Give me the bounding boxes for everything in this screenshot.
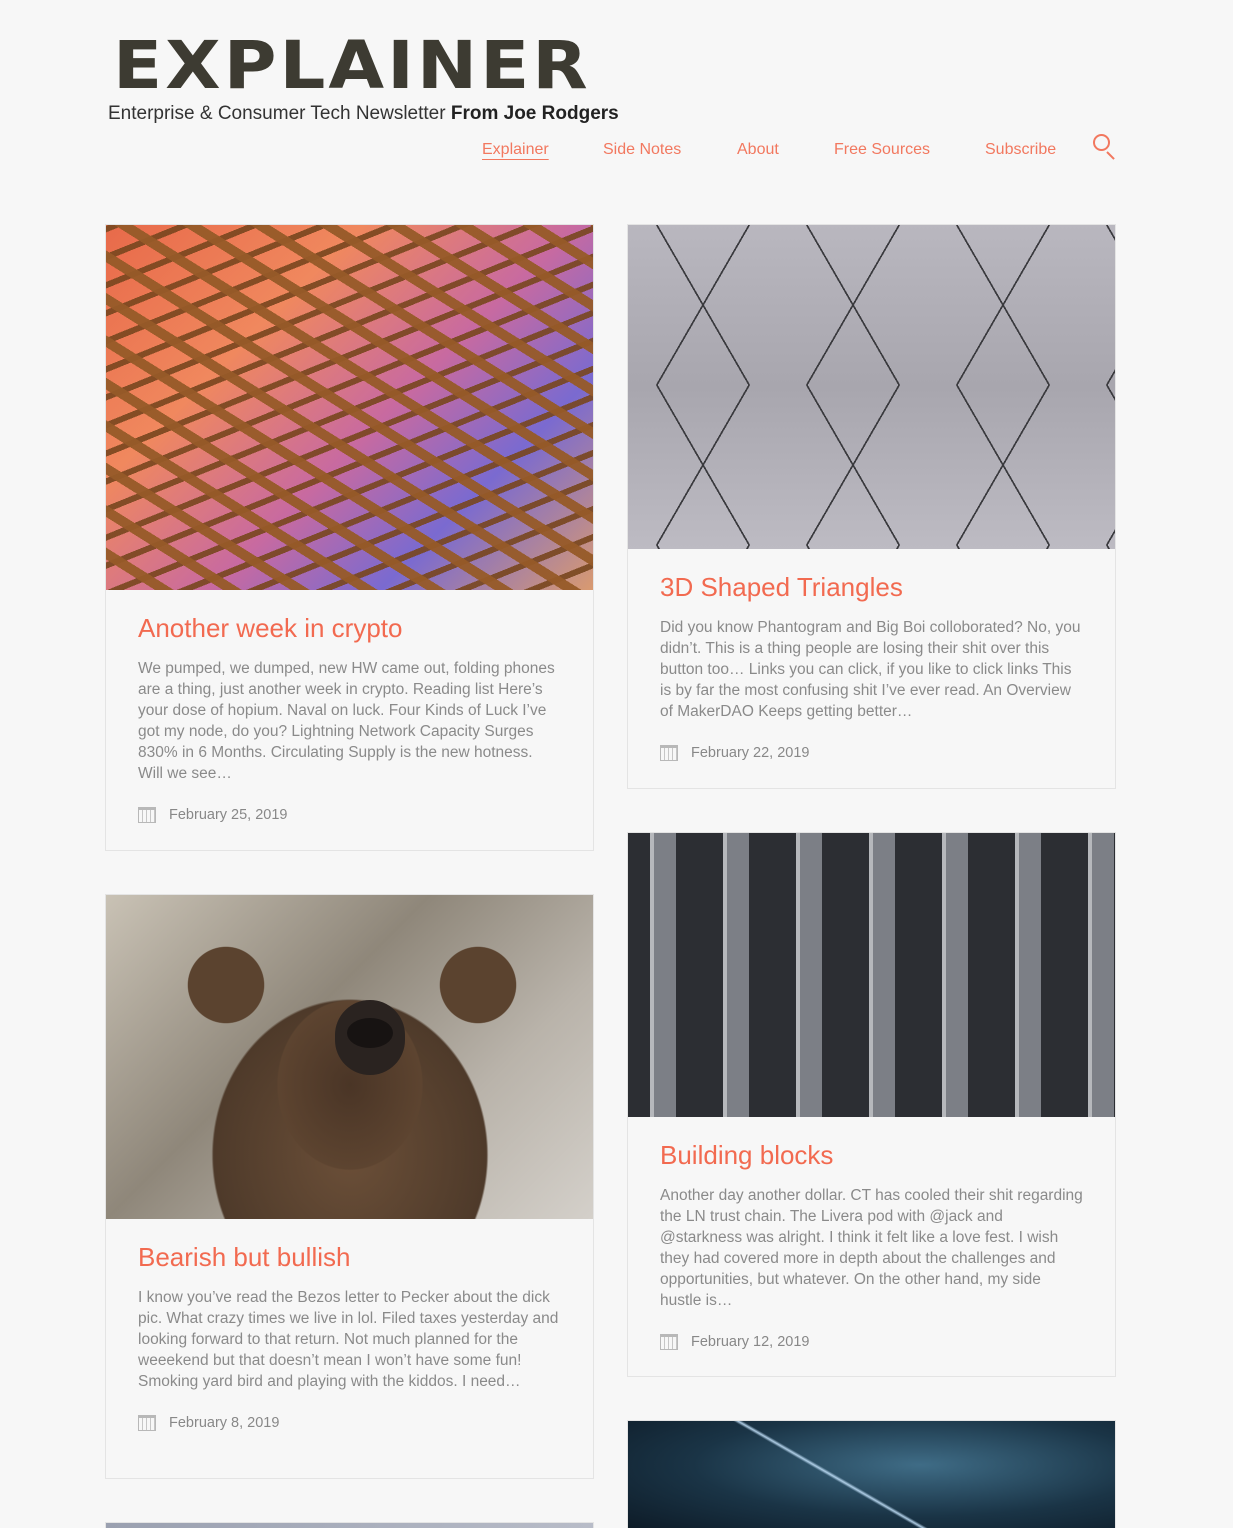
bear-snout xyxy=(335,1000,405,1075)
nav-item-about[interactable]: About xyxy=(737,141,779,159)
calendar-icon xyxy=(138,1415,156,1431)
post-title[interactable]: Building blocks xyxy=(660,1139,1083,1171)
post-meta: February 8, 2019 xyxy=(138,1415,561,1431)
post-image[interactable] xyxy=(106,1523,593,1528)
post-card-bearish[interactable]: Bearish but bullish I know you’ve read t… xyxy=(105,894,594,1479)
post-date: February 25, 2019 xyxy=(169,807,288,823)
post-title[interactable]: 3D Shaped Triangles xyxy=(660,571,1083,603)
post-body: Building blocks Another day another doll… xyxy=(628,1139,1115,1350)
nav-item-explainer[interactable]: Explainer xyxy=(482,141,549,159)
post-card-building-blocks[interactable]: Building blocks Another day another doll… xyxy=(627,832,1116,1377)
post-card-storm[interactable] xyxy=(627,1420,1116,1528)
post-body: Another week in crypto We pumped, we dum… xyxy=(106,612,593,823)
calendar-icon xyxy=(660,745,678,761)
post-date: February 12, 2019 xyxy=(691,1334,810,1350)
post-image[interactable] xyxy=(106,225,593,590)
post-excerpt: I know you’ve read the Bezos letter to P… xyxy=(138,1289,559,1390)
post-image[interactable] xyxy=(106,895,593,1219)
post-card-next[interactable] xyxy=(105,1522,594,1528)
calendar-icon xyxy=(660,1334,678,1350)
post-body: 3D Shaped Triangles Did you know Phantog… xyxy=(628,571,1115,761)
post-body: Bearish but bullish I know you’ve read t… xyxy=(106,1241,593,1431)
search-icon-ring xyxy=(1093,134,1110,151)
post-excerpt: We pumped, we dumped, new HW came out, f… xyxy=(138,660,555,782)
post-title[interactable]: Bearish but bullish xyxy=(138,1241,561,1273)
search-icon-handle xyxy=(1106,151,1115,160)
tagline-text: Enterprise & Consumer Tech Newsletter xyxy=(108,103,451,124)
post-meta: February 25, 2019 xyxy=(138,807,561,823)
post-card-crypto[interactable]: Another week in crypto We pumped, we dum… xyxy=(105,224,594,851)
nav-item-subscribe[interactable]: Subscribe xyxy=(985,141,1056,159)
search-icon[interactable] xyxy=(1090,131,1118,160)
post-image[interactable] xyxy=(628,225,1115,549)
post-title[interactable]: Another week in crypto xyxy=(138,612,561,644)
tagline-author: From Joe Rodgers xyxy=(450,103,619,124)
post-meta: February 12, 2019 xyxy=(660,1334,1083,1350)
nav-item-side-notes[interactable]: Side Notes xyxy=(603,141,681,159)
post-meta: February 22, 2019 xyxy=(660,745,1083,761)
post-date: February 8, 2019 xyxy=(169,1415,280,1431)
nav-item-free-sources[interactable]: Free Sources xyxy=(834,141,930,159)
site-logo[interactable]: EXPLAINER xyxy=(113,30,591,100)
post-date: February 22, 2019 xyxy=(691,745,810,761)
post-excerpt: Did you know Phantogram and Big Boi coll… xyxy=(660,619,1081,720)
post-card-triangles[interactable]: 3D Shaped Triangles Did you know Phantog… xyxy=(627,224,1116,789)
post-image[interactable] xyxy=(628,1421,1115,1528)
post-excerpt: Another day another dollar. CT has coole… xyxy=(660,1187,1083,1309)
calendar-icon xyxy=(138,807,156,823)
site-tagline: Enterprise & Consumer Tech Newsletter Fr… xyxy=(108,103,619,125)
post-image[interactable] xyxy=(628,833,1115,1117)
